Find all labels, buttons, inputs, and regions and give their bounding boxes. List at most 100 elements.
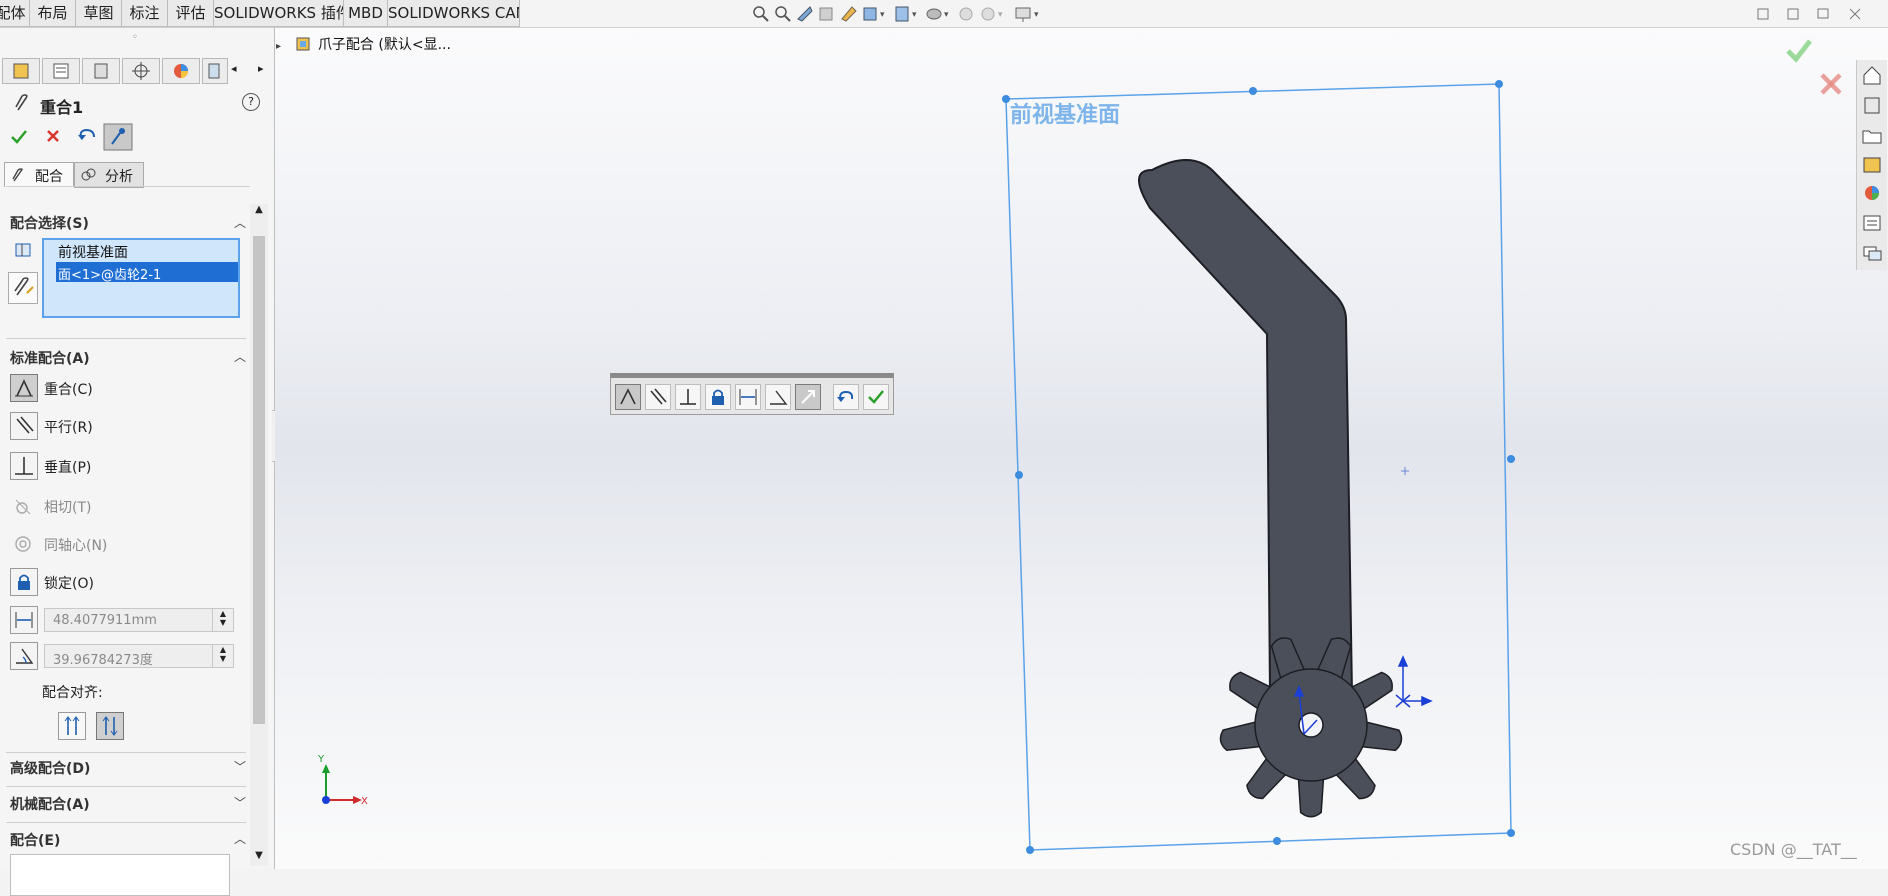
- mate-lock-label: 锁定(O): [44, 576, 94, 592]
- ok-check-icon[interactable]: [11, 130, 27, 144]
- standard-mates-title[interactable]: 标准配合(A): [10, 348, 90, 368]
- spinner-arrows[interactable]: ▲ ▼: [212, 645, 233, 667]
- perpendicular-icon[interactable]: [10, 452, 38, 480]
- tab-solidworks-addins[interactable]: SOLIDWORKS 插件: [214, 0, 344, 27]
- anti-aligned-button[interactable]: [96, 712, 124, 740]
- tab-feature-manager[interactable]: [2, 58, 40, 84]
- concentric-icon[interactable]: [10, 530, 38, 558]
- restore-left-icon[interactable]: [1757, 8, 1769, 20]
- forum-icon[interactable]: [1861, 242, 1883, 264]
- scroll-thumb[interactable]: [253, 236, 265, 724]
- svg-text:▾: ▾: [880, 10, 885, 20]
- undo-icon[interactable]: [78, 128, 95, 140]
- tab-display-manager[interactable]: [162, 58, 200, 84]
- edit-appearance-icon[interactable]: [959, 7, 973, 21]
- file-explorer-icon[interactable]: [1861, 124, 1883, 146]
- cancel-x-icon[interactable]: [47, 130, 59, 142]
- tab-analysis[interactable]: 分析: [74, 162, 144, 188]
- scroll-down-icon[interactable]: ▼: [250, 850, 268, 861]
- mates-list-box[interactable]: [10, 854, 230, 896]
- graphics-viewport[interactable]: 前视基准面 Y X: [275, 28, 1888, 869]
- coincident-icon[interactable]: [10, 374, 38, 402]
- cancel-x-icon[interactable]: [1820, 73, 1842, 95]
- appearances-icon[interactable]: [1861, 182, 1883, 204]
- tab-markup[interactable]: 标注: [122, 0, 168, 27]
- angle-icon[interactable]: [10, 642, 38, 670]
- selection-item-selected[interactable]: 面<1>@齿轮2-1: [56, 262, 238, 283]
- watermark: CSDN @__TAT__: [1730, 840, 1857, 859]
- lock-button[interactable]: [705, 384, 731, 410]
- undo-button[interactable]: [833, 384, 859, 410]
- custom-properties-icon[interactable]: [1861, 212, 1883, 234]
- feature-tree-flyout[interactable]: ▸ 爪子配合 (默认<显...: [276, 34, 451, 58]
- tab-solidworks-cam[interactable]: SOLIDWORKS CAM: [388, 0, 520, 27]
- view-settings-icon[interactable]: ▾: [1015, 7, 1039, 22]
- zoom-to-fit-icon[interactable]: [753, 6, 769, 22]
- ok-check-icon[interactable]: [1786, 39, 1812, 63]
- flip-mate-alignment-button[interactable]: [795, 384, 821, 410]
- parallel-icon[interactable]: [10, 412, 38, 440]
- chevron-up-icon[interactable]: ︿: [234, 348, 246, 365]
- zoom-to-area-icon[interactable]: [775, 6, 791, 22]
- tab-more[interactable]: [202, 58, 228, 84]
- pin-icon[interactable]: [103, 123, 133, 151]
- distance-button[interactable]: [735, 384, 761, 410]
- multimate-mode-button[interactable]: [8, 272, 38, 304]
- tab-property-manager[interactable]: [42, 58, 80, 84]
- heads-up-view-toolbar[interactable]: ▾ ▾ ▾ ▾ ▾: [750, 3, 1050, 25]
- lever-arm-part[interactable]: [1138, 159, 1354, 695]
- home-icon[interactable]: [1861, 64, 1883, 86]
- tangent-icon[interactable]: [10, 492, 38, 520]
- advanced-mates-title[interactable]: 高级配合(D): [10, 758, 90, 778]
- mate-selections-title[interactable]: 配合选择(S): [10, 213, 89, 233]
- ok-button[interactable]: [863, 384, 889, 410]
- tab-scroll-left-icon[interactable]: ◂: [231, 62, 237, 75]
- tab-evaluate[interactable]: 评估: [168, 0, 214, 27]
- restore-right-icon[interactable]: [1787, 8, 1799, 20]
- distance-input[interactable]: 48.4077911mm ▲ ▼: [44, 608, 234, 632]
- tab-mates[interactable]: 配合: [4, 162, 74, 187]
- view-palette-icon[interactable]: [1861, 154, 1883, 176]
- panel-grip[interactable]: ◦: [132, 32, 138, 43]
- aligned-button[interactable]: [58, 712, 86, 740]
- mechanical-mates-title[interactable]: 机械配合(A): [10, 794, 90, 814]
- panel-scrollbar[interactable]: ▲ ▼: [250, 204, 268, 866]
- view-orientation-icon[interactable]: ▾: [863, 7, 885, 21]
- chevron-up-icon[interactable]: ︿: [234, 830, 246, 847]
- angle-input[interactable]: 39.96784273度 ▲ ▼: [44, 644, 234, 668]
- chevron-up-icon[interactable]: ︿: [234, 214, 246, 231]
- mate-selection-list[interactable]: 前视基准面 面<1>@齿轮2-1: [42, 238, 240, 318]
- apply-scene-icon[interactable]: ▾: [981, 7, 1003, 21]
- scroll-up-icon[interactable]: ▲: [250, 204, 268, 215]
- previous-view-icon[interactable]: [797, 6, 813, 22]
- tab-assembly[interactable]: 配体: [0, 0, 30, 27]
- section-view-icon[interactable]: [819, 7, 833, 21]
- close-window-icon[interactable]: [1849, 8, 1861, 20]
- tab-configuration-manager[interactable]: [82, 58, 120, 84]
- mates-list-title[interactable]: 配合(E): [10, 830, 60, 850]
- angle-button[interactable]: [765, 384, 791, 410]
- parallel-button[interactable]: [645, 384, 671, 410]
- tab-layout[interactable]: 布局: [30, 0, 76, 27]
- maximize-icon[interactable]: [1817, 8, 1829, 19]
- tree-root-label[interactable]: 爪子配合 (默认<显...: [318, 37, 451, 53]
- coincident-button[interactable]: [615, 384, 641, 410]
- expand-arrow-icon[interactable]: ▸: [276, 41, 281, 52]
- tab-sketch[interactable]: 草图: [76, 0, 122, 27]
- distance-icon[interactable]: [10, 606, 38, 634]
- plane-label[interactable]: 前视基准面: [1010, 102, 1120, 128]
- tab-dimxpert[interactable]: [122, 58, 160, 84]
- tab-mbd[interactable]: MBD: [344, 0, 388, 27]
- selection-item[interactable]: 前视基准面: [58, 242, 128, 262]
- spinner-arrows[interactable]: ▲ ▼: [212, 609, 233, 631]
- lock-icon[interactable]: [10, 568, 38, 596]
- perpendicular-button[interactable]: [675, 384, 701, 410]
- dynamic-annotation-icon[interactable]: [841, 6, 857, 22]
- design-library-icon[interactable]: [1861, 94, 1883, 116]
- tab-scroll-right-icon[interactable]: ▸: [258, 62, 264, 75]
- display-style-icon[interactable]: ▾: [895, 6, 917, 22]
- chevron-down-icon[interactable]: ﹀: [234, 758, 246, 775]
- chevron-down-icon[interactable]: ﹀: [234, 794, 246, 811]
- hide-show-items-icon[interactable]: ▾: [926, 8, 949, 20]
- help-button[interactable]: ?: [242, 93, 260, 111]
